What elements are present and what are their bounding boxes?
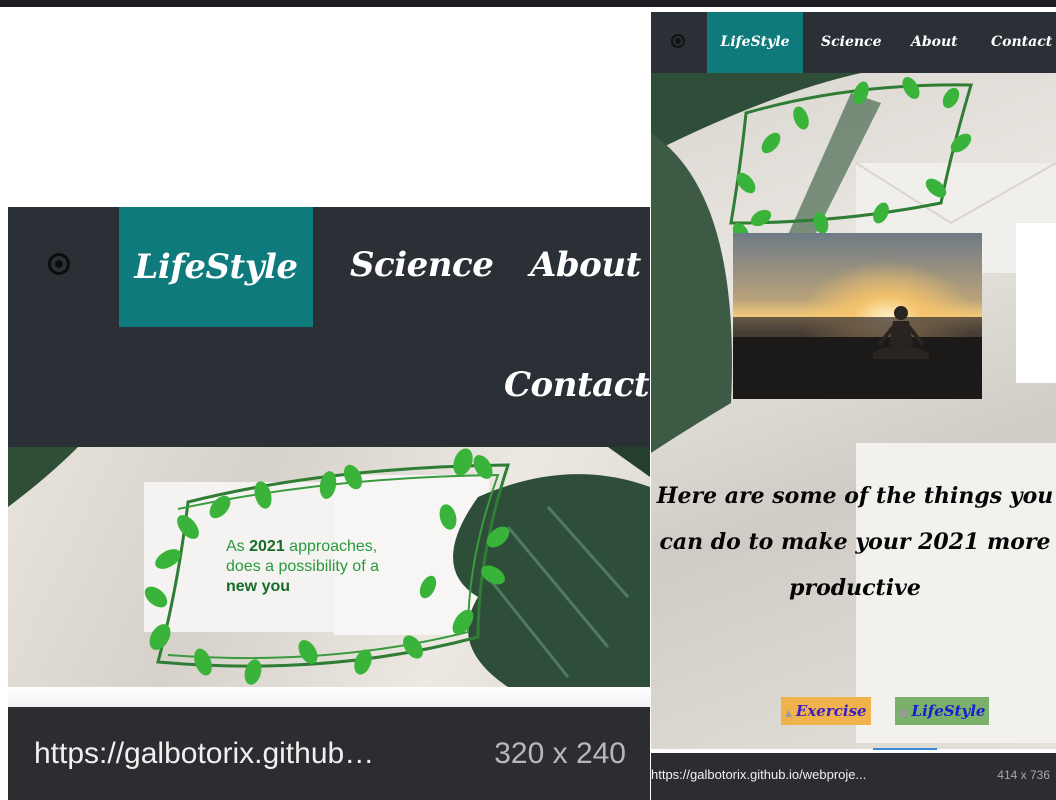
hero-banner: As 2021 approaches, does a possibility o… xyxy=(8,447,650,687)
nav-item-lifestyle[interactable]: LifeStyle xyxy=(707,12,803,73)
preview-size: 414 x 736 xyxy=(997,768,1050,782)
hero-line3: new you xyxy=(226,578,291,595)
tag-lifestyle[interactable]: ■ LifeStyle xyxy=(895,697,990,725)
preview-url[interactable]: https://galbotorix.github.io/webproje... xyxy=(651,767,951,782)
divider xyxy=(8,687,650,707)
logo-icon[interactable] xyxy=(671,34,685,48)
hero-text: As 2021 approaches, does a possibility o… xyxy=(226,537,426,597)
preview-url[interactable]: https://galbotorix.github… xyxy=(34,737,454,771)
page-heading: Here are some of the things you can do t… xyxy=(656,483,1054,601)
hero-line2: does a possibility of a xyxy=(226,558,379,575)
navbar: LifeStyle Science About Contact xyxy=(8,207,650,447)
hero-year: 2021 xyxy=(249,538,285,555)
preview-size: 320 x 240 xyxy=(494,737,626,770)
meditation-photo xyxy=(733,233,982,399)
scroll-indicator xyxy=(873,748,937,750)
preview-status-bar: https://galbotorix.github.io/webproje...… xyxy=(651,753,1056,800)
meditation-scene xyxy=(733,233,982,399)
nav-item-contact[interactable]: Contact xyxy=(991,34,1052,50)
preview-320x240: LifeStyle Science About Contact As 2021 … xyxy=(8,207,650,800)
navbar: LifeStyle Science About Contact xyxy=(651,12,1056,73)
hero-line1-suffix: approaches, xyxy=(284,538,378,555)
nav-item-science[interactable]: Science xyxy=(821,34,881,50)
nav-item-contact[interactable]: Contact xyxy=(504,365,650,405)
top-frame-bar xyxy=(0,0,1056,7)
user-icon: ▲ xyxy=(785,709,792,719)
tag-lifestyle-label: LifeStyle xyxy=(911,702,986,720)
background-decor xyxy=(651,73,1056,743)
tag-exercise-label: Exercise xyxy=(795,702,867,720)
page-background: Here are some of the things you can do t… xyxy=(651,73,1056,749)
logo-icon[interactable] xyxy=(48,253,70,275)
nav-item-lifestyle[interactable]: LifeStyle xyxy=(119,207,313,327)
preview-414x736: LifeStyle Science About Contact Here are… xyxy=(651,12,1056,800)
tag-exercise[interactable]: ▲ Exercise xyxy=(781,697,871,725)
nav-item-science[interactable]: Science xyxy=(350,245,494,285)
nav-item-about[interactable]: About xyxy=(530,245,641,285)
hero-line1-prefix: As xyxy=(226,538,250,555)
folder-icon: ■ xyxy=(899,709,908,719)
preview-status-bar: https://galbotorix.github… 320 x 240 xyxy=(8,707,650,800)
nav-item-about[interactable]: About xyxy=(911,34,958,50)
